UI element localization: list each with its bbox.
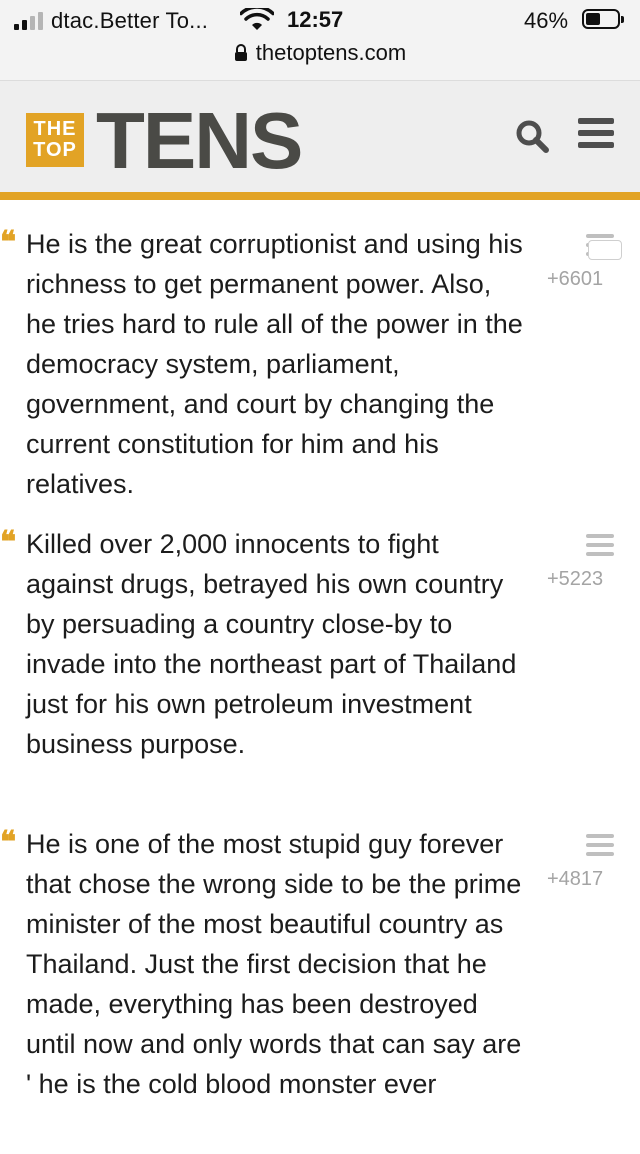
comment-item: ❝ He is one of the most stupid guy forev… <box>0 824 640 1154</box>
comment-text: He is the great corruptionist and using … <box>26 229 523 499</box>
comment-text: He is one of the most stupid guy forever… <box>26 829 522 1099</box>
vote-score[interactable]: +4817 <box>547 868 617 891</box>
open-quote-icon: ❝ <box>0 825 17 860</box>
comment-menu-icon[interactable] <box>586 834 614 861</box>
carrier-group: dtac.Better To... <box>14 8 208 34</box>
header-accent-rule <box>0 192 640 200</box>
wifi-icon <box>240 8 274 30</box>
comment-menu-tooltip <box>588 240 622 260</box>
logo-bottom-word: TOP <box>33 139 77 161</box>
url-text: thetoptens.com <box>255 40 407 65</box>
lock-icon <box>234 44 247 61</box>
status-bar: dtac.Better To... 12:57 46% thetoptens.c… <box>0 0 640 80</box>
battery-icon <box>582 9 624 29</box>
signal-icon <box>14 12 43 30</box>
address-bar[interactable]: thetoptens.com <box>0 40 640 66</box>
site-logo-badge[interactable]: THE TOP <box>26 113 84 167</box>
clock: 12:57 <box>287 7 344 32</box>
comment-menu-icon[interactable] <box>586 534 614 561</box>
hamburger-menu-icon[interactable] <box>578 118 614 150</box>
carrier-name: dtac.Better To... <box>51 8 209 33</box>
site-logo-wordmark[interactable]: TENS <box>96 99 303 183</box>
comment-text: Killed over 2,000 innocents to fight aga… <box>26 529 517 759</box>
comment-item: ❝ Killed over 2,000 innocents to fight a… <box>0 524 640 814</box>
vote-score[interactable]: +5223 <box>547 568 617 591</box>
open-quote-icon: ❝ <box>0 525 17 560</box>
logo-top-word: THE <box>33 118 77 140</box>
vote-score[interactable]: +6601 <box>547 268 617 291</box>
search-icon[interactable] <box>514 118 550 154</box>
battery-percentage: 46% <box>524 8 569 33</box>
open-quote-icon: ❝ <box>0 225 17 260</box>
comment-item: ❝ He is the great corruptionist and usin… <box>0 224 640 514</box>
